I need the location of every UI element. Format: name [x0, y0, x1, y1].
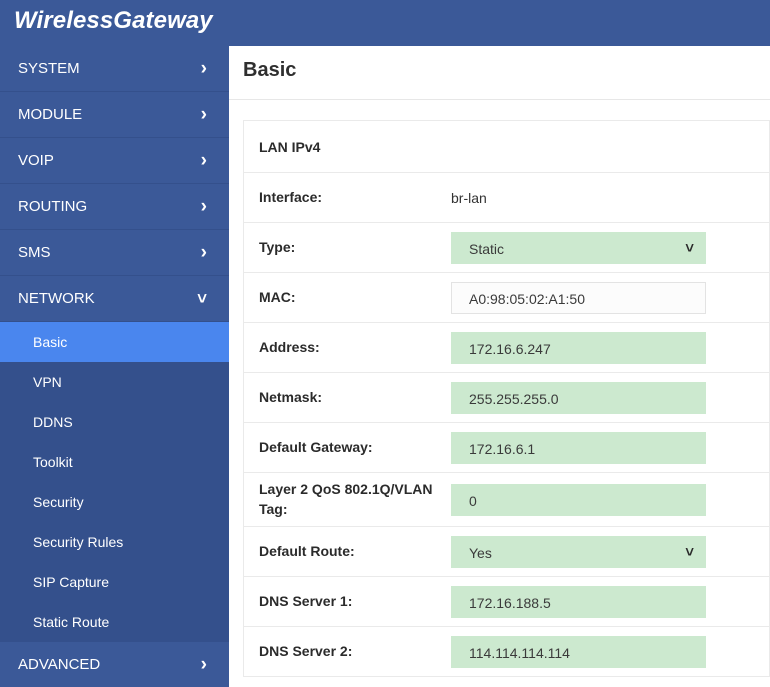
sidebar-item-label: SMS	[18, 244, 51, 261]
sidebar-subitem-label: Static Route	[33, 614, 110, 630]
sidebar-subitem-ddns[interactable]: DDNS	[0, 402, 229, 442]
main-content: Basic LAN IPv4 Interface: br-lan Type: S…	[229, 46, 770, 687]
app-brand-title: WirelessGateway	[14, 7, 213, 34]
sidebar-item-label: NETWORK	[18, 290, 95, 307]
default-gateway-input[interactable]: 172.16.6.1	[451, 431, 706, 464]
sidebar-item-label: SYSTEM	[18, 60, 80, 77]
vlan-tag-input[interactable]: 0	[451, 483, 706, 516]
sidebar-subitem-label: Basic	[33, 334, 68, 350]
address-label: Address:	[259, 338, 320, 355]
sidebar-item-label: VOIP	[18, 152, 54, 169]
sidebar-item-network[interactable]: NETWORK	[0, 276, 229, 322]
chevron-down-icon	[685, 537, 694, 567]
form-section-header: LAN IPv4	[244, 121, 769, 173]
app-header: WirelessGateway	[0, 0, 770, 46]
default-route-select[interactable]: Yes	[451, 535, 706, 568]
sidebar-item-voip[interactable]: VOIP	[0, 138, 229, 184]
netmask-input[interactable]: 255.255.255.0	[451, 381, 706, 414]
vlan-tag-label: Layer 2 QoS 802.1Q/VLAN Tag:	[259, 481, 433, 517]
interface-label: Interface:	[259, 188, 323, 205]
chevron-right-icon	[201, 230, 207, 277]
chevron-right-icon	[201, 92, 207, 139]
sidebar-item-label: ROUTING	[18, 198, 88, 215]
sidebar-item-advanced[interactable]: ADVANCED	[0, 642, 229, 687]
interface-value: br-lan	[451, 189, 487, 206]
sidebar-subitem-vpn[interactable]: VPN	[0, 362, 229, 402]
page-title: Basic	[243, 59, 297, 81]
chevron-down-icon	[197, 276, 207, 323]
dns1-input[interactable]: 172.16.188.5	[451, 585, 706, 618]
form-row-vlan-tag: Layer 2 QoS 802.1Q/VLAN Tag: 0	[244, 473, 769, 527]
default-route-label: Default Route:	[259, 542, 355, 559]
type-selected-value: Static	[469, 240, 505, 257]
mac-input[interactable]: A0:98:05:02:A1:50	[451, 281, 706, 314]
sidebar-subitem-toolkit[interactable]: Toolkit	[0, 442, 229, 482]
form-row-default-route: Default Route: Yes	[244, 527, 769, 577]
sidebar-item-module[interactable]: MODULE	[0, 92, 229, 138]
default-route-selected-value: Yes	[469, 544, 492, 561]
form-row-mac: MAC: A0:98:05:02:A1:50	[244, 273, 769, 323]
dns2-input[interactable]: 114.114.114.114	[451, 635, 706, 668]
chevron-right-icon	[201, 184, 207, 231]
sidebar-subitem-basic[interactable]: Basic	[0, 322, 229, 362]
chevron-down-icon	[685, 233, 694, 263]
sidebar-item-label: MODULE	[18, 106, 83, 123]
sidebar-subitem-security[interactable]: Security	[0, 482, 229, 522]
sidebar-subitem-label: Security	[33, 494, 84, 510]
netmask-label: Netmask:	[259, 388, 323, 405]
form-row-default-gateway: Default Gateway: 172.16.6.1	[244, 423, 769, 473]
type-select[interactable]: Static	[451, 231, 706, 264]
lan-ipv4-form: LAN IPv4 Interface: br-lan Type: Static …	[243, 120, 770, 677]
form-row-interface: Interface: br-lan	[244, 173, 769, 223]
sidebar-nav: SYSTEM MODULE VOIP ROUTING SMS NETWORK B…	[0, 46, 229, 687]
sidebar-subitem-static-route[interactable]: Static Route	[0, 602, 229, 642]
type-label: Type:	[259, 238, 296, 255]
dns1-label: DNS Server 1:	[259, 592, 353, 609]
address-input[interactable]: 172.16.6.247	[451, 331, 706, 364]
title-divider	[229, 99, 770, 100]
sidebar-item-sms[interactable]: SMS	[0, 230, 229, 276]
form-row-dns2: DNS Server 2: 114.114.114.114	[244, 627, 769, 677]
sidebar-subitem-sip-capture[interactable]: SIP Capture	[0, 562, 229, 602]
form-row-type: Type: Static	[244, 223, 769, 273]
sidebar-item-label: ADVANCED	[18, 656, 101, 673]
form-row-address: Address: 172.16.6.247	[244, 323, 769, 373]
form-row-netmask: Netmask: 255.255.255.0	[244, 373, 769, 423]
sidebar-subitem-label: DDNS	[33, 414, 73, 430]
sidebar-subitem-label: Toolkit	[33, 454, 73, 470]
sidebar-subitem-label: Security Rules	[33, 534, 124, 550]
chevron-right-icon	[201, 642, 207, 687]
chevron-right-icon	[201, 138, 207, 185]
sidebar-item-system[interactable]: SYSTEM	[0, 46, 229, 92]
mac-label: MAC:	[259, 288, 296, 305]
sidebar-subitem-label: SIP Capture	[33, 574, 110, 590]
dns2-label: DNS Server 2:	[259, 642, 353, 659]
section-title: LAN IPv4	[259, 138, 321, 155]
default-gateway-label: Default Gateway:	[259, 438, 373, 455]
sidebar-item-routing[interactable]: ROUTING	[0, 184, 229, 230]
sidebar-subitem-label: VPN	[33, 374, 62, 390]
sidebar-subitem-security-rules[interactable]: Security Rules	[0, 522, 229, 562]
form-row-dns1: DNS Server 1: 172.16.188.5	[244, 577, 769, 627]
chevron-right-icon	[201, 46, 207, 93]
